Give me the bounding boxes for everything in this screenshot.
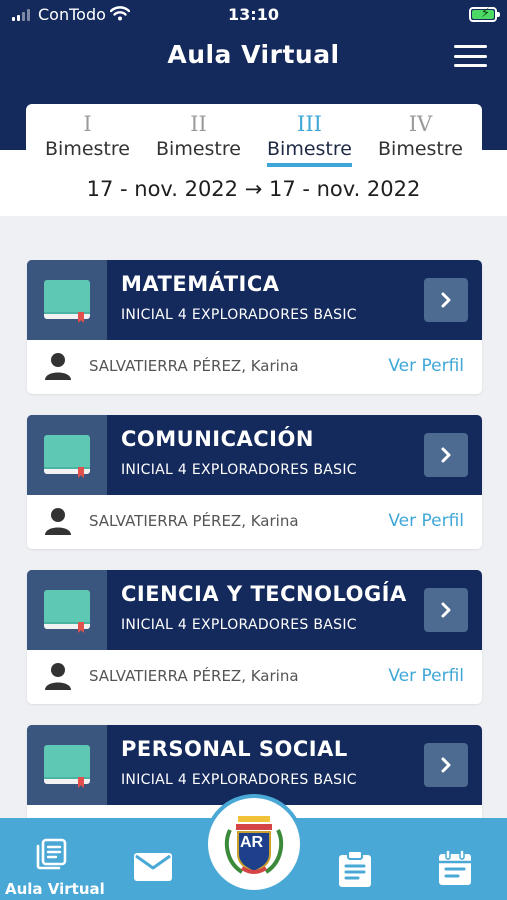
course-name: PERSONAL SOCIAL xyxy=(121,737,348,761)
school-logo: AR xyxy=(208,798,300,890)
course-level: INICIAL 4 EXPLORADORES BASIC xyxy=(121,772,357,788)
person-icon xyxy=(45,353,71,380)
chevron-right-icon xyxy=(441,447,451,463)
calendar-icon xyxy=(439,850,471,885)
book-icon xyxy=(27,415,107,495)
person-icon xyxy=(45,663,71,690)
clipboard-icon xyxy=(339,850,371,887)
course-header[interactable]: CIENCIA Y TECNOLOGÍA INICIAL 4 EXPLORADO… xyxy=(27,570,482,650)
nav-label: Aula Virtual xyxy=(5,880,105,898)
nav-calendar[interactable] xyxy=(430,818,480,900)
tab-period-3[interactable]: III Bimestre xyxy=(255,104,365,168)
tab-roman: IV xyxy=(408,112,433,136)
tab-period-1[interactable]: I Bimestre xyxy=(33,104,143,168)
mail-icon xyxy=(134,853,172,881)
period-tabs: I Bimestre II Bimestre III Bimestre IV B… xyxy=(26,104,482,168)
tab-label: Bimestre xyxy=(267,136,352,167)
tab-period-2[interactable]: II Bimestre xyxy=(144,104,254,168)
tab-period-4[interactable]: IV Bimestre xyxy=(366,104,476,168)
open-course-button[interactable] xyxy=(424,743,468,787)
course-header[interactable]: PERSONAL SOCIAL INICIAL 4 EXPLORADORES B… xyxy=(27,725,482,805)
course-name: MATEMÁTICA xyxy=(121,272,280,296)
tab-label: Bimestre xyxy=(378,138,463,160)
teacher-row: SALVATIERRA PÉREZ, Karina Ver Perfil xyxy=(27,340,482,394)
chevron-right-icon xyxy=(441,292,451,308)
view-profile-link[interactable]: Ver Perfil xyxy=(388,511,464,531)
course-name: CIENCIA Y TECNOLOGÍA xyxy=(121,582,407,606)
tab-roman: II xyxy=(190,112,207,136)
nav-messages[interactable] xyxy=(130,818,180,900)
open-course-button[interactable] xyxy=(424,278,468,322)
course-level: INICIAL 4 EXPLORADORES BASIC xyxy=(121,617,357,633)
date-range: 17 - nov. 2022 → 17 - nov. 2022 xyxy=(86,177,421,201)
open-course-button[interactable] xyxy=(424,433,468,477)
course-level: INICIAL 4 EXPLORADORES BASIC xyxy=(121,462,357,478)
tab-label: Bimestre xyxy=(156,138,241,160)
course-name: COMUNICACIÓN xyxy=(121,427,314,451)
book-icon xyxy=(27,570,107,650)
book-list-icon xyxy=(36,838,67,870)
teacher-name: SALVATIERRA PÉREZ, Karina xyxy=(89,357,299,375)
view-profile-link[interactable]: Ver Perfil xyxy=(388,356,464,376)
nav-aula-virtual[interactable]: Aula Virtual xyxy=(0,818,105,900)
teacher-name: SALVATIERRA PÉREZ, Karina xyxy=(89,667,299,685)
chevron-right-icon xyxy=(441,602,451,618)
page-title: Aula Virtual xyxy=(167,40,340,69)
teacher-row: SALVATIERRA PÉREZ, Karina Ver Perfil xyxy=(27,650,482,704)
course-card: COMUNICACIÓN INICIAL 4 EXPLORADORES BASI… xyxy=(27,415,482,549)
book-icon xyxy=(27,725,107,805)
course-card: CIENCIA Y TECNOLOGÍA INICIAL 4 EXPLORADO… xyxy=(27,570,482,704)
charging-icon: ⚡ xyxy=(480,6,490,21)
status-time: 13:10 xyxy=(228,5,279,24)
teacher-name: SALVATIERRA PÉREZ, Karina xyxy=(89,512,299,530)
status-bar: ConTodo 13:10 ⚡ xyxy=(0,0,507,32)
course-header[interactable]: MATEMÁTICA INICIAL 4 EXPLORADORES BASIC xyxy=(27,260,482,340)
school-logo-button[interactable]: AR xyxy=(204,794,304,894)
tab-roman: III xyxy=(297,112,322,136)
course-card: MATEMÁTICA INICIAL 4 EXPLORADORES BASIC … xyxy=(27,260,482,394)
view-profile-link[interactable]: Ver Perfil xyxy=(388,666,464,686)
school-logo-text: AR xyxy=(240,834,264,851)
book-icon xyxy=(27,260,107,340)
course-level: INICIAL 4 EXPLORADORES BASIC xyxy=(121,307,357,323)
hamburger-menu-icon[interactable] xyxy=(454,45,487,67)
course-header[interactable]: COMUNICACIÓN INICIAL 4 EXPLORADORES BASI… xyxy=(27,415,482,495)
tab-label: Bimestre xyxy=(45,138,130,160)
chevron-right-icon xyxy=(441,757,451,773)
tab-roman: I xyxy=(83,112,92,136)
teacher-row: SALVATIERRA PÉREZ, Karina Ver Perfil xyxy=(27,495,482,549)
open-course-button[interactable] xyxy=(424,588,468,632)
person-icon xyxy=(45,508,71,535)
nav-tasks[interactable] xyxy=(330,818,380,900)
